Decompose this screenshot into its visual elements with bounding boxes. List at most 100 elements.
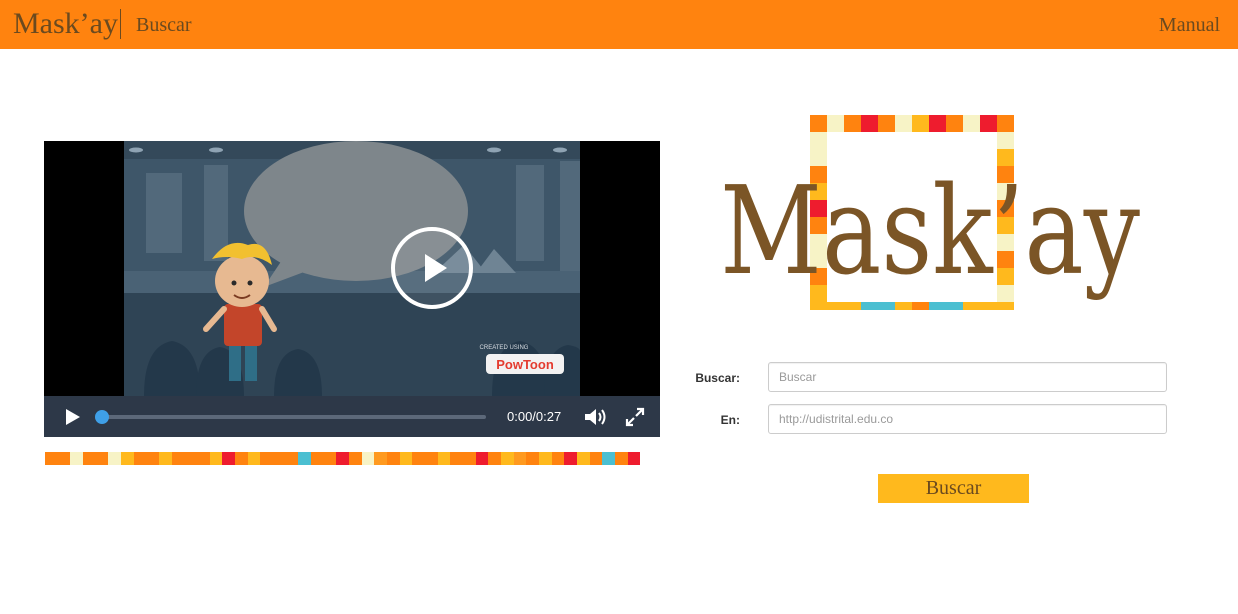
- logo-frame-tile: [844, 302, 861, 310]
- mosaic-tile: [476, 452, 488, 465]
- progress-knob[interactable]: [95, 410, 109, 424]
- mosaic-tile: [387, 452, 400, 465]
- mosaic-tile: [324, 452, 336, 465]
- mosaic-tile: [197, 452, 210, 465]
- mosaic-tile: [539, 452, 552, 465]
- mosaic-tile: [70, 452, 83, 465]
- mosaic-tile: [577, 452, 590, 465]
- mosaic-tile: [45, 452, 58, 465]
- mosaic-tile: [514, 452, 526, 465]
- brand-link[interactable]: Mask’ay: [13, 6, 118, 42]
- logo-frame-tile: [861, 115, 878, 132]
- mosaic-tile: [222, 452, 235, 465]
- video-time: 0:00/0:27: [507, 409, 562, 424]
- search-input[interactable]: [768, 362, 1167, 392]
- maskay-logo: Mask’ay: [720, 115, 1140, 310]
- mosaic-tile: [552, 452, 564, 465]
- logo-frame-tile: [810, 302, 827, 310]
- logo-frame-tile: [929, 302, 946, 310]
- logo-frame-tile: [946, 302, 963, 310]
- top-navbar: Mask’ay Buscar Manual: [0, 0, 1238, 49]
- svg-text:PowToon: PowToon: [496, 357, 554, 372]
- logo-frame-tile: [997, 132, 1014, 149]
- logo-frame-tile: [912, 302, 929, 310]
- mosaic-tile: [172, 452, 184, 465]
- logo-frame-tile: [895, 302, 912, 310]
- site-label: En:: [720, 413, 740, 427]
- volume-icon[interactable]: [583, 407, 607, 427]
- mosaic-tile: [526, 452, 539, 465]
- logo-frame-tile: [810, 115, 827, 132]
- logo-frame-tile: [912, 115, 929, 132]
- query-label: Buscar:: [695, 371, 740, 385]
- mosaic-tile: [602, 452, 615, 465]
- progress-bar[interactable]: [102, 415, 486, 419]
- search-form: Buscar: En: Buscar: [680, 360, 1180, 520]
- play-icon[interactable]: [64, 408, 82, 426]
- mosaic-tile: [336, 452, 349, 465]
- logo-frame-tile: [827, 115, 844, 132]
- logo-frame-tile: [980, 115, 997, 132]
- logo-frame-tile: [946, 115, 963, 132]
- fullscreen-icon[interactable]: [625, 407, 645, 427]
- mosaic-tile: [564, 452, 577, 465]
- mosaic-tile: [121, 452, 134, 465]
- mosaic-tile: [58, 452, 70, 465]
- logo-wordmark: Mask’ay: [720, 160, 1140, 302]
- nav-manual-link[interactable]: Manual: [1159, 13, 1220, 37]
- brand-divider: [120, 9, 121, 39]
- mosaic-tile: [235, 452, 248, 465]
- mosaic-tile: [362, 452, 374, 465]
- mosaic-tile: [412, 452, 425, 465]
- logo-frame-tile: [980, 302, 997, 310]
- video-player[interactable]: CREATED USING PowToon 0:00/0:27: [44, 141, 660, 437]
- logo-frame-tile: [861, 302, 878, 310]
- logo-frame-tile: [844, 115, 861, 132]
- video-controls: 0:00/0:27: [44, 396, 660, 437]
- logo-frame-tile: [963, 302, 980, 310]
- logo-frame-tile: [997, 115, 1014, 132]
- logo-frame-tile: [878, 115, 895, 132]
- mosaic-tile: [349, 452, 362, 465]
- mosaic-tile: [311, 452, 324, 465]
- logo-frame-tile: [963, 115, 980, 132]
- mosaic-tile: [83, 452, 96, 465]
- logo-frame-tile: [895, 115, 912, 132]
- mosaic-tile: [159, 452, 172, 465]
- mosaic-tile: [210, 452, 222, 465]
- mosaic-tile: [248, 452, 260, 465]
- mosaic-tile: [374, 452, 387, 465]
- mosaic-tile: [463, 452, 476, 465]
- svg-text:CREATED USING: CREATED USING: [480, 345, 529, 351]
- mosaic-strip: [45, 452, 660, 465]
- logo-frame-tile: [878, 302, 895, 310]
- mosaic-tile: [260, 452, 273, 465]
- mosaic-tile: [488, 452, 501, 465]
- mosaic-tile: [628, 452, 640, 465]
- mosaic-tile: [298, 452, 311, 465]
- video-frame[interactable]: CREATED USING PowToon: [124, 141, 580, 396]
- mosaic-tile: [273, 452, 286, 465]
- big-play-button[interactable]: [391, 227, 473, 309]
- video-poster: CREATED USING PowToon: [124, 141, 580, 396]
- search-submit-button[interactable]: Buscar: [878, 474, 1029, 503]
- mosaic-tile: [286, 452, 298, 465]
- mosaic-tile: [108, 452, 121, 465]
- site-url-input[interactable]: [768, 404, 1167, 434]
- logo-frame-tile: [810, 132, 827, 149]
- nav-search-link[interactable]: Buscar: [136, 13, 192, 37]
- mosaic-tile: [450, 452, 463, 465]
- mosaic-tile: [438, 452, 450, 465]
- mosaic-tile: [146, 452, 159, 465]
- logo-frame-tile: [929, 115, 946, 132]
- mosaic-tile: [96, 452, 108, 465]
- mosaic-tile: [184, 452, 197, 465]
- mosaic-tile: [615, 452, 628, 465]
- mosaic-tile: [400, 452, 412, 465]
- logo-frame-tile: [997, 302, 1014, 310]
- logo-frame-tile: [827, 302, 844, 310]
- mosaic-tile: [134, 452, 146, 465]
- mosaic-tile: [501, 452, 514, 465]
- mosaic-tile: [425, 452, 438, 465]
- mosaic-tile: [590, 452, 602, 465]
